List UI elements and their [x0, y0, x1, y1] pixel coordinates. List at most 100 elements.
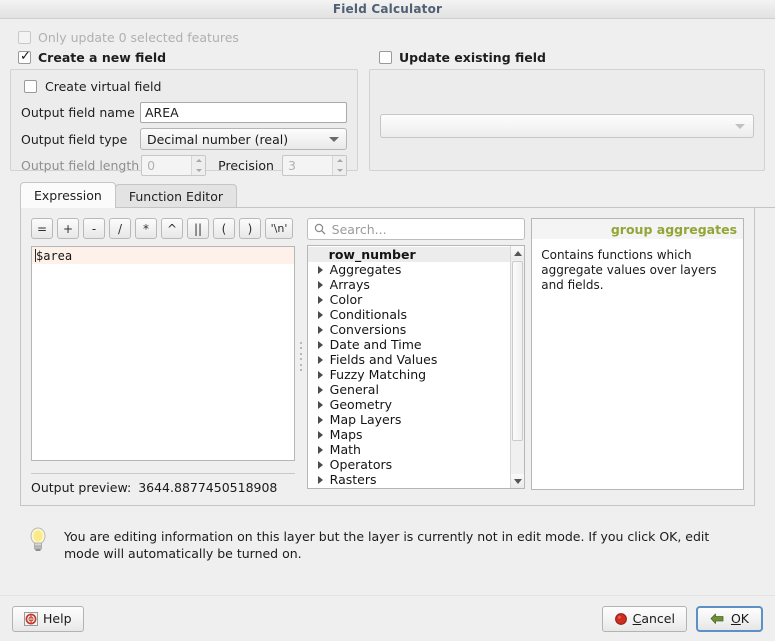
tree-item-label: Aggregates: [330, 262, 402, 277]
expression-panel: = + - / * ^ || ( ) '\n' $area: [20, 208, 755, 506]
precision-label: Precision: [218, 158, 274, 173]
tree-item-row-number[interactable]: row_number: [308, 247, 511, 262]
stepper-up-icon[interactable]: [333, 156, 346, 166]
operator-button-close-paren[interactable]: ): [239, 218, 261, 239]
output-field-name-input[interactable]: [140, 102, 347, 123]
create-virtual-field-label: Create virtual field: [45, 79, 161, 94]
output-field-type-combo[interactable]: Decimal number (real): [140, 128, 347, 150]
precision-value: 3: [288, 158, 296, 173]
operator-button-power[interactable]: ^: [161, 218, 183, 239]
operator-button-concat[interactable]: ||: [187, 218, 209, 239]
tree-item-fields-and-values[interactable]: Fields and Values: [308, 352, 511, 367]
tree-item-maps[interactable]: Maps: [308, 427, 511, 442]
chevron-right-icon[interactable]: [318, 461, 323, 469]
chevron-right-icon[interactable]: [318, 266, 323, 274]
tree-item-math[interactable]: Math: [308, 442, 511, 457]
update-existing-field-groupbox: [369, 69, 765, 171]
dialog-footer: Help Cancel OK: [0, 595, 775, 641]
tree-item-geometry[interactable]: Geometry: [308, 397, 511, 412]
operator-button-newline[interactable]: '\n': [265, 218, 293, 239]
update-existing-field-checkbox[interactable]: [379, 51, 392, 64]
update-existing-field-checkbox-row[interactable]: Update existing field: [379, 50, 765, 65]
operator-button-plus[interactable]: +: [57, 218, 79, 239]
help-button-label: Help: [43, 611, 72, 626]
function-search-box[interactable]: Search...: [307, 218, 526, 240]
only-update-selected-checkbox-row[interactable]: Only update 0 selected features: [18, 30, 765, 45]
output-field-length-row: Output field length 0 Precision 3: [21, 155, 347, 176]
precision-stepper[interactable]: 3: [282, 155, 347, 176]
chevron-right-icon[interactable]: [318, 296, 323, 304]
chevron-right-icon[interactable]: [318, 446, 323, 454]
only-update-selected-checkbox[interactable]: [18, 31, 31, 44]
help-button[interactable]: Help: [12, 606, 84, 632]
footer-actions: Cancel OK: [602, 606, 763, 632]
operator-button-minus[interactable]: -: [83, 218, 105, 239]
tree-item-rasters[interactable]: Rasters: [308, 472, 511, 487]
tree-item-operators[interactable]: Operators: [308, 457, 511, 472]
create-new-field-column: Create a new field Create virtual field …: [10, 50, 358, 171]
operator-button-multiply[interactable]: *: [135, 218, 157, 239]
stepper-down-icon[interactable]: [333, 166, 346, 176]
tree-item-conditionals[interactable]: Conditionals: [308, 307, 511, 322]
panel-splitter[interactable]: [297, 218, 305, 495]
stepper-buttons[interactable]: [332, 156, 346, 175]
tree-item-fuzzy-matching[interactable]: Fuzzy Matching: [308, 367, 511, 382]
scroll-down-icon[interactable]: [511, 474, 524, 488]
operator-button-open-paren[interactable]: (: [213, 218, 235, 239]
tabbar-baseline: [20, 207, 775, 208]
operator-button-equals[interactable]: =: [31, 218, 53, 239]
output-field-length-stepper[interactable]: 0: [141, 155, 206, 176]
chevron-down-icon: [735, 124, 745, 129]
operator-button-divide[interactable]: /: [109, 218, 131, 239]
create-virtual-field-checkbox[interactable]: [24, 80, 37, 93]
chevron-right-icon[interactable]: [318, 326, 323, 334]
preview-separator: [31, 473, 295, 474]
tree-item-conversions[interactable]: Conversions: [308, 322, 511, 337]
splitter-grip-icon: [300, 342, 302, 372]
function-tree-list: row_number Aggregates Arrays Color Condi…: [308, 246, 511, 488]
chevron-right-icon[interactable]: [318, 386, 323, 394]
create-new-field-checkbox[interactable]: [18, 51, 31, 64]
tree-item-label: Color: [330, 292, 363, 307]
scroll-up-icon[interactable]: [511, 246, 524, 260]
chevron-right-icon[interactable]: [318, 431, 323, 439]
function-tree[interactable]: row_number Aggregates Arrays Color Condi…: [307, 245, 526, 489]
create-virtual-field-row[interactable]: Create virtual field: [24, 79, 347, 94]
tree-item-date-and-time[interactable]: Date and Time: [308, 337, 511, 352]
chevron-right-icon[interactable]: [318, 401, 323, 409]
chevron-right-icon[interactable]: [318, 356, 323, 364]
chevron-right-icon[interactable]: [318, 311, 323, 319]
scrollbar-thumb[interactable]: [512, 261, 523, 441]
output-preview-value: 3644.8877450518908: [138, 480, 277, 495]
tree-item-aggregates[interactable]: Aggregates: [308, 262, 511, 277]
function-tree-scrollbar[interactable]: [510, 246, 524, 488]
chevron-right-icon[interactable]: [318, 341, 323, 349]
expression-text-editor[interactable]: $area: [31, 246, 295, 461]
function-help-title: group aggregates: [532, 219, 743, 239]
chevron-right-icon[interactable]: [318, 416, 323, 424]
function-tree-column: Search... row_number Aggregates Arrays C…: [307, 218, 526, 495]
stepper-down-icon[interactable]: [192, 166, 205, 176]
tab-expression[interactable]: Expression: [20, 182, 116, 208]
tree-item-label: Math: [330, 442, 361, 457]
chevron-right-icon[interactable]: [318, 476, 323, 484]
tree-item-color[interactable]: Color: [308, 292, 511, 307]
output-field-length-label: Output field length: [21, 158, 141, 173]
expression-current-line[interactable]: $area: [32, 247, 294, 264]
function-help-panel: group aggregates Contains functions whic…: [531, 218, 744, 490]
stepper-up-icon[interactable]: [192, 156, 205, 166]
tree-item-map-layers[interactable]: Map Layers: [308, 412, 511, 427]
output-preview-label: Output preview:: [31, 480, 131, 495]
tab-function-editor[interactable]: Function Editor: [115, 184, 237, 208]
chevron-right-icon[interactable]: [318, 281, 323, 289]
tree-item-general[interactable]: General: [308, 382, 511, 397]
stepper-buttons[interactable]: [191, 156, 205, 175]
ok-button[interactable]: OK: [696, 606, 763, 632]
create-new-field-checkbox-row[interactable]: Create a new field: [18, 50, 358, 65]
existing-field-combo[interactable]: [380, 114, 754, 138]
field-mode-columns: Create a new field Create virtual field …: [10, 50, 765, 171]
cancel-button[interactable]: Cancel: [602, 606, 687, 632]
tree-item-arrays[interactable]: Arrays: [308, 277, 511, 292]
chevron-right-icon[interactable]: [318, 371, 323, 379]
chevron-down-icon: [329, 137, 339, 142]
